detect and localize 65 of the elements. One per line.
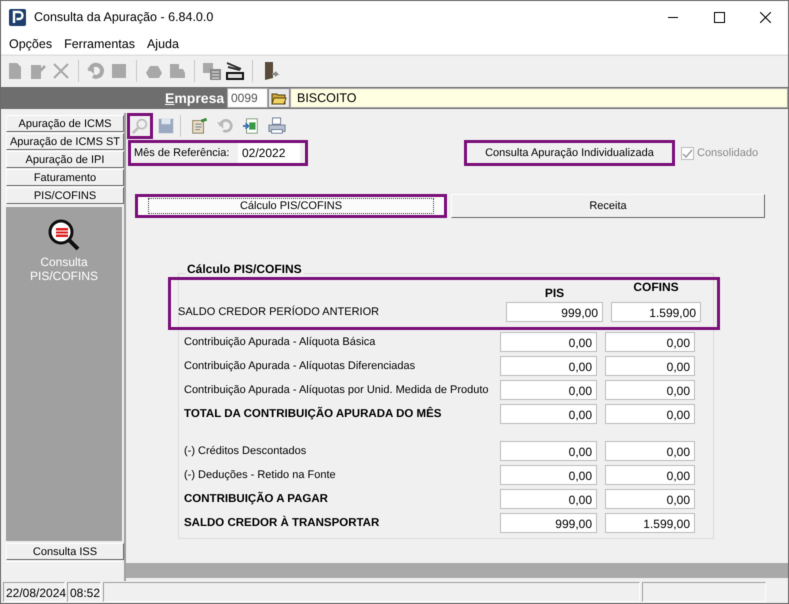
sidebar-item[interactable]: Apuração de ICMS ST <box>6 133 124 150</box>
menu-item[interactable]: Ferramentas <box>59 36 140 50</box>
pis-value-field: 999,00 <box>506 302 603 322</box>
company-name-field[interactable]: BISCOITO <box>290 88 788 108</box>
undo-icon[interactable] <box>216 117 234 135</box>
pis-value-field: 0,00 <box>500 380 597 400</box>
pis-value-field: 0,00 <box>500 332 597 352</box>
row-label: Contribuição Apurada - Alíquota Básica <box>184 336 376 348</box>
search-icon[interactable] <box>131 117 149 135</box>
cofins-value-field: 0,00 <box>605 489 695 509</box>
sidebar-item[interactable]: Apuração de IPI <box>6 151 124 168</box>
cofins-value-field: 0,00 <box>605 441 695 461</box>
menu-item[interactable]: Opções <box>4 36 58 50</box>
individual-query-button[interactable]: Consulta Apuração Individualizada <box>464 140 675 166</box>
row-label: SALDO CREDOR PERÍODO ANTERIOR <box>178 306 380 318</box>
sidebar-item[interactable]: Consulta ISS <box>6 543 124 560</box>
dirf-icon[interactable] <box>225 60 245 80</box>
row-label: TOTAL DA CONTRIBUIÇÃO APURADA DO MÊS <box>184 408 442 420</box>
panel-label: Consulta PIS/COFINS <box>28 255 99 283</box>
close-icon[interactable] <box>760 12 770 22</box>
consolidated-label: Consolidado <box>697 147 758 159</box>
pis-value-field: 0,00 <box>500 404 597 424</box>
reference-month-field[interactable]: 02/2022 <box>238 143 300 163</box>
undo-icon[interactable] <box>86 60 106 80</box>
magnifier-report-icon[interactable] <box>47 219 81 251</box>
row-label: SALDO CREDOR À TRANSPORTAR <box>184 517 380 529</box>
row-label: CONTRIBUIÇÃO A PAGAR <box>184 493 329 505</box>
company-code-field[interactable]: 0099 <box>227 88 268 108</box>
cofins-value-field: 1.599,00 <box>611 302 701 322</box>
row-label: Contribuição Apurada - Alíquotas Diferenciadas <box>184 360 416 372</box>
cofins-value-field: 0,00 <box>605 380 695 400</box>
sidebar-item[interactable]: PIS/COFINS <box>6 187 124 204</box>
company-label: Empresa <box>165 90 226 106</box>
pis-value-field: 0,00 <box>500 465 597 485</box>
sidebar-item[interactable]: Faturamento <box>6 169 124 186</box>
pis-value-field: 0,00 <box>500 489 597 509</box>
cofins-value-field: 1.599,00 <box>605 513 695 533</box>
save-icon[interactable] <box>157 117 175 135</box>
status-date: 22/08/2024 <box>3 582 65 602</box>
window-title: Consulta da Apuração - 6.84.0.0 <box>34 10 214 24</box>
cofins-value-field: 0,00 <box>605 404 695 424</box>
row-label: (-) Créditos Descontados <box>184 445 308 457</box>
menu-item[interactable]: Ajuda <box>142 36 184 50</box>
row-label: Contribuição Apurada - Alíquotas por Unid. Medida de Produto <box>184 384 490 396</box>
delete-icon[interactable] <box>51 60 71 80</box>
spreadsheet-icon[interactable] <box>242 117 260 135</box>
reference-month-label: Mês de Referência: <box>134 147 230 159</box>
sidebar-item[interactable]: Apuração de ICMS <box>6 115 124 132</box>
cofins-value-field: 0,00 <box>605 356 695 376</box>
maximize-icon[interactable] <box>714 12 724 22</box>
cofins-value-field: 0,00 <box>605 465 695 485</box>
tab[interactable]: Receita <box>451 194 765 218</box>
status-time: 08:52 <box>67 582 101 602</box>
row-label: (-) Deduções - Retido na Fonte <box>184 469 337 481</box>
tab[interactable]: Cálculo PIS/COFINS <box>135 194 447 218</box>
pis-value-field: 0,00 <box>500 441 597 461</box>
pis-value-field: 0,00 <box>500 356 597 376</box>
column-header: PIS <box>544 286 566 300</box>
app-logo-icon <box>9 8 26 26</box>
group-title: Cálculo PIS/COFINS <box>185 262 304 276</box>
pis-value-field: 999,00 <box>500 513 597 533</box>
cofins-value-field: 0,00 <box>605 332 695 352</box>
edit-document-icon[interactable] <box>190 117 208 135</box>
column-header: COFINS <box>632 280 680 294</box>
open-folder-button[interactable] <box>268 88 290 108</box>
